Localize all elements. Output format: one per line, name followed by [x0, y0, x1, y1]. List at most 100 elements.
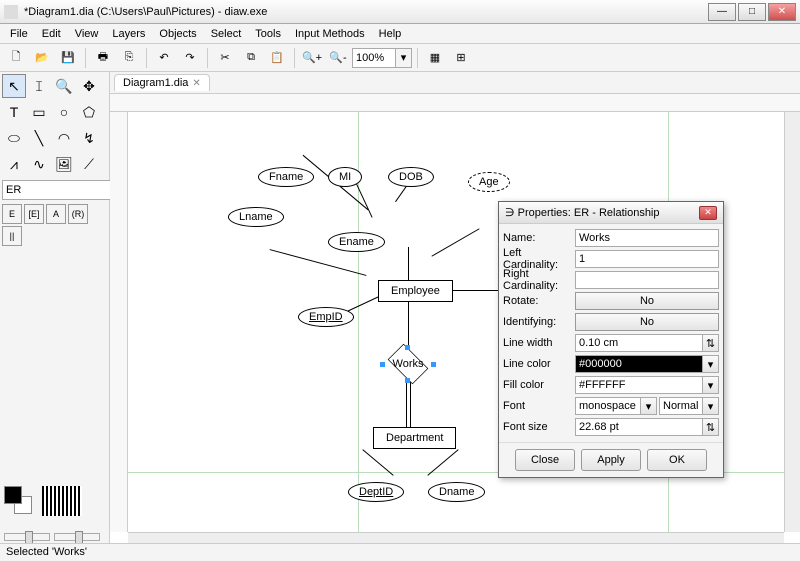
entity-employee[interactable]: Employee [378, 280, 453, 302]
menu-help[interactable]: Help [373, 26, 408, 42]
font-family-dropdown-icon[interactable]: ▾ [641, 397, 657, 415]
label-right-card: Right Cardinality: [503, 268, 575, 292]
attr-lname[interactable]: Lname [228, 207, 284, 227]
grid-button[interactable]: ⊞ [449, 46, 473, 70]
box-tool[interactable]: ▭ [27, 100, 51, 124]
entity-department[interactable]: Department [373, 427, 456, 449]
apply-button[interactable]: Apply [581, 449, 641, 471]
connector[interactable] [408, 247, 409, 282]
pointer-tool[interactable]: ↖ [2, 74, 26, 98]
polygon-tool[interactable]: ⬠ [77, 100, 101, 124]
font-size-input[interactable] [575, 418, 703, 436]
cut-button[interactable]: ✂ [213, 46, 237, 70]
font-size-spinner-icon[interactable]: ⇅ [703, 418, 719, 436]
copy-button[interactable]: ⧉ [239, 46, 263, 70]
menu-select[interactable]: Select [205, 26, 248, 42]
menu-edit[interactable]: Edit [36, 26, 67, 42]
tab-label: Diagram1.dia [123, 77, 188, 89]
menu-file[interactable]: File [4, 26, 34, 42]
font-style-dropdown-icon[interactable]: ▾ [703, 397, 719, 415]
close-button[interactable]: ✕ [768, 3, 796, 21]
main-toolbar: 🗋 📂 💾 🖶 ⎘ ↶ ↷ ✂ ⧉ 📋 🔍+ 🔍- ▾ ▦ ⊞ [0, 44, 800, 72]
text-cursor-tool[interactable]: 𝙸 [27, 74, 51, 98]
left-cardinality-input[interactable] [575, 250, 719, 268]
dialog-close-button[interactable]: ✕ [699, 206, 717, 220]
relationship-works[interactable]: Works [383, 348, 433, 380]
identifying-toggle[interactable]: No [575, 313, 719, 331]
ok-button[interactable]: OK [647, 449, 707, 471]
name-input[interactable] [575, 229, 719, 247]
line-width-spinner-icon[interactable]: ⇅ [703, 334, 719, 352]
attr-dob[interactable]: DOB [388, 167, 434, 187]
fill-color-input[interactable] [575, 376, 703, 394]
dialog-titlebar[interactable]: ∋ Properties: ER - Relationship ✕ [499, 202, 723, 224]
line-width-input[interactable] [575, 334, 703, 352]
font-family-select[interactable] [575, 397, 641, 415]
line-style-slider[interactable] [54, 533, 100, 541]
redo-button[interactable]: ↷ [178, 46, 202, 70]
image-tool[interactable]: 🖼 [52, 152, 76, 176]
menu-tools[interactable]: Tools [249, 26, 287, 42]
line-color-dropdown-icon[interactable]: ▾ [703, 355, 719, 373]
connector[interactable] [408, 297, 409, 352]
zoom-in-button[interactable]: 🔍+ [300, 46, 324, 70]
outline-tool[interactable]: ⟋ [77, 152, 101, 176]
save-button[interactable]: 💾 [56, 46, 80, 70]
menu-objects[interactable]: Objects [153, 26, 202, 42]
line-width-slider[interactable] [4, 533, 50, 541]
linestyle-preview[interactable] [42, 486, 82, 516]
text-tool[interactable]: T [2, 100, 26, 124]
bezier-tool[interactable]: ∿ [27, 152, 51, 176]
er-participation-button[interactable]: || [2, 226, 22, 246]
zigzag-tool[interactable]: ↯ [77, 126, 101, 150]
polyline-tool[interactable]: ⩘ [2, 152, 26, 176]
arc-tool[interactable]: ◠ [52, 126, 76, 150]
paste-button[interactable]: 📋 [265, 46, 289, 70]
open-button[interactable]: 📂 [30, 46, 54, 70]
connector[interactable] [270, 249, 367, 276]
attr-fname[interactable]: Fname [258, 167, 314, 187]
er-entity-button[interactable]: E [2, 204, 22, 224]
snap-button[interactable]: ▦ [423, 46, 447, 70]
fg-swatch[interactable] [4, 486, 22, 504]
maximize-button[interactable]: □ [738, 3, 766, 21]
attr-age[interactable]: Age [468, 172, 510, 192]
line-color-input[interactable] [575, 355, 703, 373]
dialog-title: Properties: ER - Relationship [518, 207, 660, 219]
connector[interactable] [431, 228, 479, 256]
new-button[interactable]: 🗋 [4, 46, 28, 70]
close-dialog-button[interactable]: Close [515, 449, 575, 471]
toolbox: ↖ 𝙸 🔍 ✥ T ▭ ○ ⬠ ⬭ ╲ ◠ ↯ ⩘ ∿ 🖼 ⟋ ▾ E [0, 72, 110, 550]
print-button[interactable]: 🖶 [91, 46, 115, 70]
zoom-out-button[interactable]: 🔍- [326, 46, 350, 70]
color-swatches[interactable] [4, 486, 34, 516]
er-weak-entity-button[interactable]: [E] [24, 204, 44, 224]
font-style-select[interactable] [659, 397, 703, 415]
line-tool[interactable]: ╲ [27, 126, 51, 150]
er-attribute-button[interactable]: A [46, 204, 66, 224]
attr-deptid[interactable]: DeptID [348, 482, 404, 502]
ellipse-tool[interactable]: ○ [52, 100, 76, 124]
attr-empid[interactable]: EmpID [298, 307, 354, 327]
attr-ename[interactable]: Ename [328, 232, 385, 252]
beziergon-tool[interactable]: ⬭ [2, 126, 26, 150]
magnify-tool[interactable]: 🔍 [52, 74, 76, 98]
menu-view[interactable]: View [69, 26, 105, 42]
scrollbar-vertical[interactable] [784, 112, 800, 532]
menu-input-methods[interactable]: Input Methods [289, 26, 371, 42]
undo-button[interactable]: ↶ [152, 46, 176, 70]
right-cardinality-input[interactable] [575, 271, 719, 289]
rotate-toggle[interactable]: No [575, 292, 719, 310]
zoom-input[interactable] [352, 48, 396, 68]
tab-close-icon[interactable]: ✕ [192, 78, 200, 89]
scroll-tool[interactable]: ✥ [77, 74, 101, 98]
tab-diagram1[interactable]: Diagram1.dia ✕ [114, 74, 210, 91]
fill-color-dropdown-icon[interactable]: ▾ [703, 376, 719, 394]
menu-layers[interactable]: Layers [106, 26, 151, 42]
minimize-button[interactable]: — [708, 3, 736, 21]
er-relationship-button[interactable]: (R) [68, 204, 88, 224]
attr-mi[interactable]: MI [328, 167, 362, 187]
zoom-dropdown-icon[interactable]: ▾ [396, 48, 412, 68]
attr-dname[interactable]: Dname [428, 482, 485, 502]
export-button[interactable]: ⎘ [117, 46, 141, 70]
